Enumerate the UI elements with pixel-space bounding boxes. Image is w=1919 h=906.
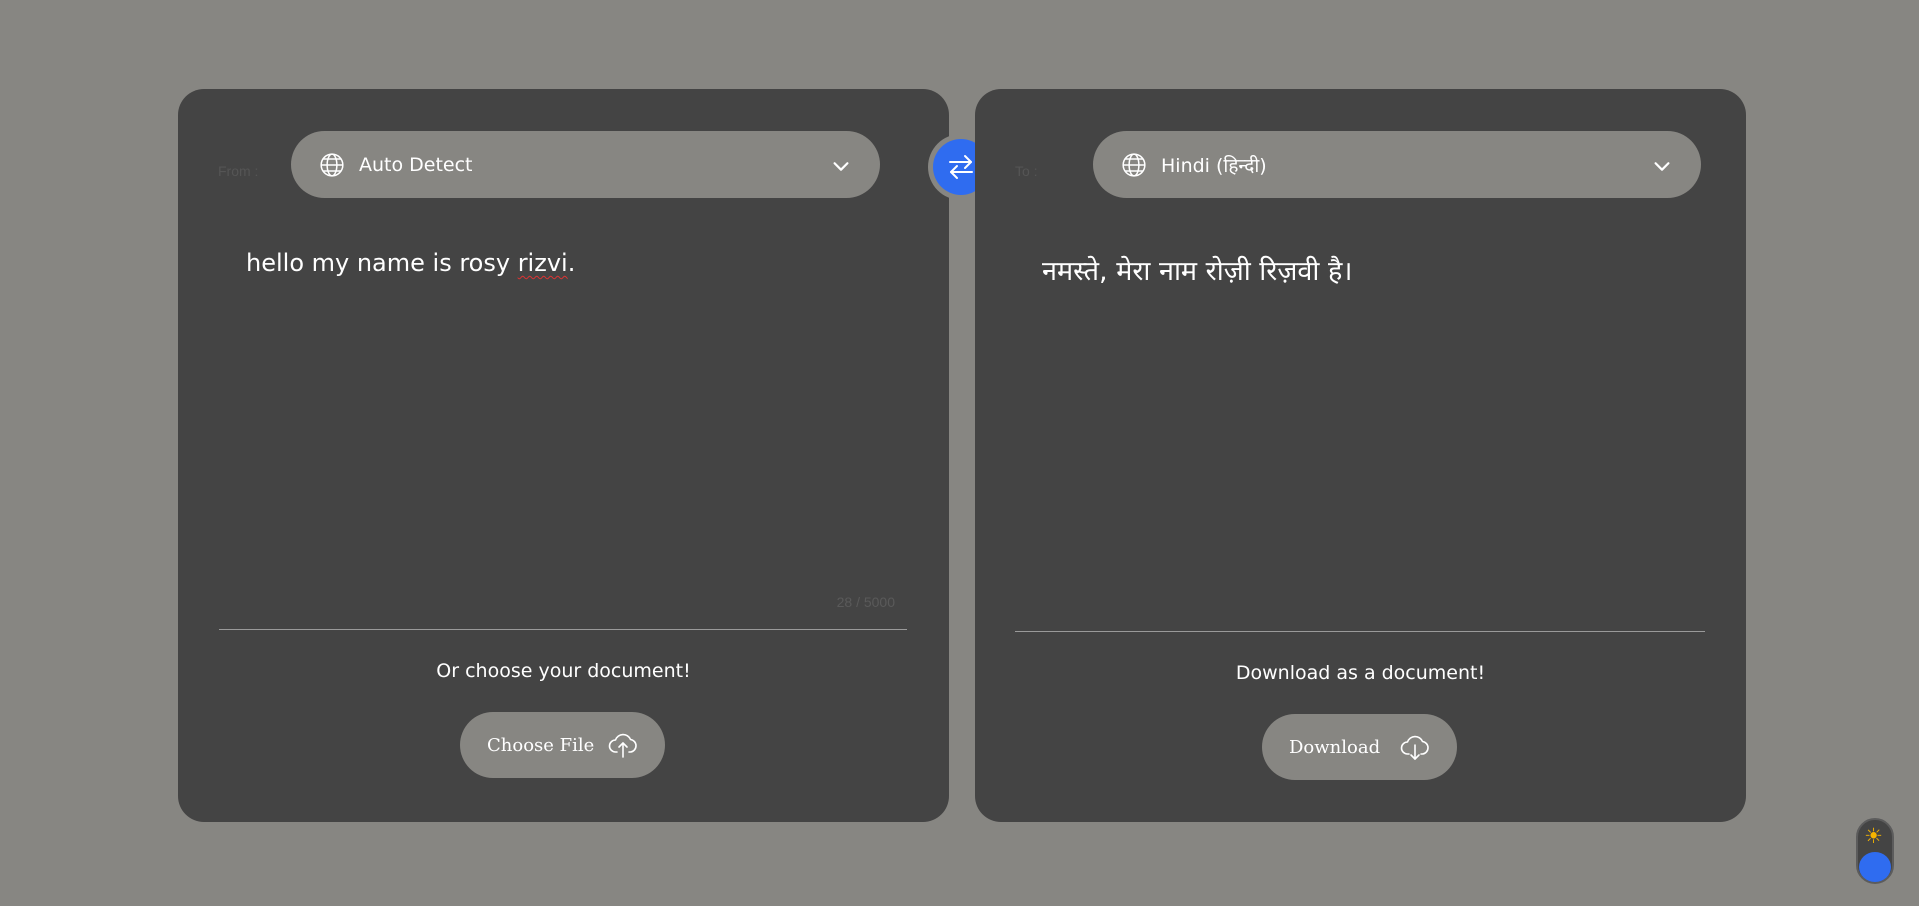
theme-toggle[interactable]: ☀ xyxy=(1856,818,1894,884)
cloud-download-icon xyxy=(1400,735,1429,760)
source-divider xyxy=(219,629,907,630)
misspelled-word: rizvi xyxy=(517,249,568,277)
character-count: 28 / 5000 xyxy=(836,594,895,610)
cloud-upload-icon xyxy=(608,733,637,758)
source-text-input[interactable]: hello my name is rosy rizvi. xyxy=(219,239,909,559)
globe-icon xyxy=(320,153,344,177)
target-language-select[interactable]: Hindi (हिन्दी) xyxy=(1093,131,1701,198)
sun-icon: ☀ xyxy=(1864,824,1883,848)
upload-hint: Or choose your document! xyxy=(436,660,691,682)
swap-arrows-icon xyxy=(949,155,973,179)
to-label: To : xyxy=(1015,163,1038,179)
target-panel: To : Hindi (हिन्दी) नमस्ते, मेरा नाम रोज… xyxy=(975,89,1746,822)
source-language-select[interactable]: Auto Detect xyxy=(291,131,880,198)
choose-file-label: Choose File xyxy=(487,734,595,756)
source-language-value: Auto Detect xyxy=(359,153,473,176)
choose-file-button[interactable]: Choose File xyxy=(460,712,665,778)
source-text-part: hello my name is rosy xyxy=(246,249,518,277)
target-language-value: Hindi (हिन्दी) xyxy=(1161,154,1267,177)
from-label: From : xyxy=(218,163,259,179)
chevron-down-icon xyxy=(833,162,849,171)
download-hint: Download as a document! xyxy=(1235,662,1486,684)
chevron-down-icon xyxy=(1654,162,1670,171)
globe-icon xyxy=(1122,153,1146,177)
theme-toggle-knob xyxy=(1859,852,1891,882)
source-panel: From : Auto Detect hello my name is rosy… xyxy=(178,89,949,822)
source-text-end: . xyxy=(567,249,576,277)
download-button[interactable]: Download xyxy=(1262,714,1457,780)
translated-text: नमस्ते, मेरा नाम रोज़ी रिज़वी है। xyxy=(1042,256,1353,287)
download-label: Download xyxy=(1289,736,1381,758)
target-divider xyxy=(1015,631,1705,632)
